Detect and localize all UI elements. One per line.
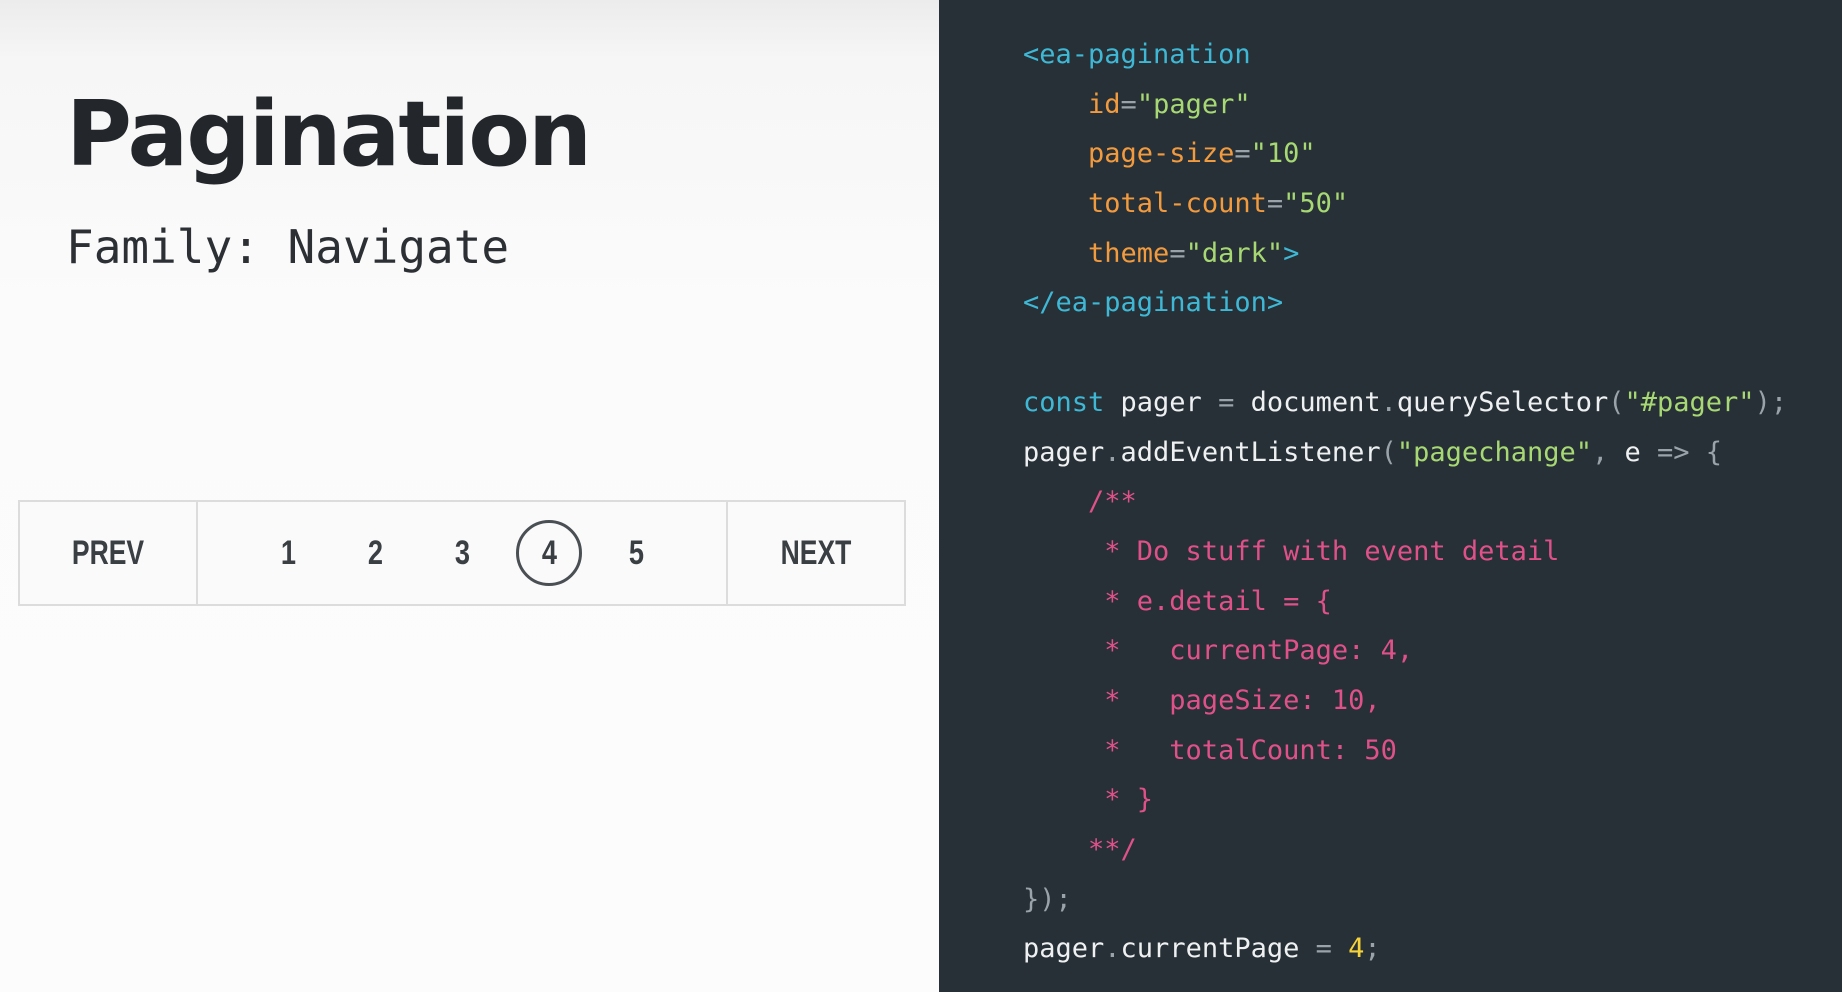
code-token: ( <box>1608 386 1625 418</box>
code-line: theme="dark"> <box>1023 229 1787 279</box>
code-token: "pagechange" <box>1396 436 1592 468</box>
code-token: { <box>1689 436 1723 468</box>
code-token: , <box>1591 436 1625 468</box>
slide: Pagination Family: Navigate PREV 1 2 3 4 5 N… <box>0 0 1842 992</box>
code-line: }); <box>1023 875 1787 925</box>
code-block: <ea-pagination id="pager" page-size="10"… <box>1023 30 1787 974</box>
page-number-list: 1 2 3 4 5 <box>198 502 726 604</box>
slide-subtitle: Family: Navigate <box>66 220 510 274</box>
code-token: ; <box>1364 933 1381 965</box>
code-token: . <box>1104 933 1121 965</box>
code-line: * } <box>1023 775 1787 825</box>
code-token: /** <box>1023 486 1137 518</box>
code-token: * totalCount: 50 <box>1023 734 1397 766</box>
code-line: * totalCount: 50 <box>1023 726 1787 776</box>
code-token: const <box>1023 386 1105 418</box>
code-token: * } <box>1023 784 1154 816</box>
code-token: theme <box>1088 237 1170 269</box>
code-token: querySelector <box>1396 386 1609 418</box>
code-panel: <ea-pagination id="pager" page-size="10"… <box>939 0 1842 992</box>
page-number-label: 4 <box>541 533 557 572</box>
code-token: 4 <box>1331 933 1365 965</box>
next-button[interactable]: NEXT <box>726 502 904 604</box>
code-token: "10" <box>1250 138 1316 170</box>
code-token: = <box>1266 188 1284 220</box>
code-token: * e.detail = { <box>1023 585 1332 617</box>
code-token: ); <box>1754 386 1788 418</box>
page-button[interactable]: 5 <box>603 520 669 586</box>
prev-button-label: PREV <box>71 533 145 572</box>
code-line: * Do stuff with event detail <box>1023 527 1787 577</box>
code-token: = <box>1218 386 1235 418</box>
page-number-label: 1 <box>280 533 296 572</box>
prev-button[interactable]: PREV <box>20 502 198 604</box>
code-token: ( <box>1380 436 1397 468</box>
code-line: total-count="50" <box>1023 179 1787 229</box>
code-token: pager <box>1023 436 1105 468</box>
code-line: <ea-pagination <box>1023 30 1787 80</box>
code-token: * currentPage: 4, <box>1023 635 1414 667</box>
code-token: => <box>1657 436 1690 468</box>
code-token: * pageSize: 10, <box>1023 684 1381 716</box>
page-number-label: 3 <box>454 533 470 572</box>
code-line: page-size="10" <box>1023 129 1787 179</box>
demo-panel: Pagination Family: Navigate PREV 1 2 3 4 5 N… <box>0 0 939 992</box>
code-line: * currentPage: 4, <box>1023 626 1787 676</box>
code-line: * e.detail = { <box>1023 577 1787 627</box>
code-token: . <box>1104 436 1121 468</box>
page-number-label: 5 <box>628 533 644 572</box>
code-token: "pager" <box>1136 88 1251 120</box>
code-token: = <box>1169 237 1186 269</box>
code-token: id <box>1088 88 1121 120</box>
code-token: > <box>1283 237 1300 269</box>
code-line: * pageSize: 10, <box>1023 676 1787 726</box>
code-line: id="pager" <box>1023 80 1787 130</box>
code-token: = <box>1234 138 1251 170</box>
code-token: }); <box>1023 883 1072 915</box>
code-token: </ea-pagination> <box>1023 287 1284 319</box>
code-token: "#pager" <box>1624 386 1755 418</box>
slide-title: Pagination <box>66 82 592 187</box>
code-line: </ea-pagination> <box>1023 278 1787 328</box>
code-token: total-count <box>1088 188 1267 220</box>
code-line: const pager = document.querySelector("#p… <box>1023 378 1787 428</box>
code-token: **/ <box>1023 834 1137 865</box>
code-token: <ea-pagination <box>1023 39 1251 70</box>
page-number-label: 2 <box>367 533 383 572</box>
code-token: document <box>1234 386 1381 418</box>
code-line: /** <box>1023 477 1787 527</box>
code-line: pager.addEventListener("pagechange", e =… <box>1023 428 1787 478</box>
code-token: "50" <box>1283 188 1349 220</box>
code-token: . <box>1380 386 1397 418</box>
code-token: = <box>1120 88 1137 120</box>
page-button[interactable]: 3 <box>429 520 495 586</box>
page-button[interactable]: 2 <box>342 520 408 586</box>
code-token: e <box>1624 436 1658 468</box>
page-button[interactable]: 1 <box>255 520 321 586</box>
code-token: page-size <box>1088 138 1235 170</box>
code-token: pager <box>1104 386 1219 418</box>
next-button-label: NEXT <box>780 533 852 572</box>
page-button-current[interactable]: 4 <box>516 520 582 586</box>
pagination-component: PREV 1 2 3 4 5 NEXT <box>18 500 906 606</box>
code-line: **/ <box>1023 825 1787 875</box>
code-token: = <box>1315 933 1332 965</box>
code-line: pager.currentPage = 4; <box>1023 924 1787 974</box>
code-token: "dark" <box>1185 237 1284 269</box>
code-token: * Do stuff with event detail <box>1023 535 1560 567</box>
code-token: pager <box>1023 933 1105 965</box>
code-token: currentPage <box>1120 933 1316 965</box>
code-token: addEventListener <box>1120 436 1381 468</box>
